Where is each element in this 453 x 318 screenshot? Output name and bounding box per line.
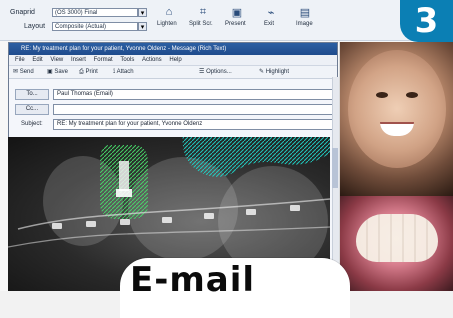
menu-format[interactable]: Format (94, 55, 113, 65)
highlight-button[interactable]: ✎ Highlight (259, 67, 314, 77)
subject-field[interactable]: RE: My treatment plan for your patient, … (53, 119, 338, 130)
email-toolbar: ✉ Send ▣ Save ⎙ Print ⟟ Attach ☰ Options… (9, 66, 337, 79)
toolbar-button-lighten[interactable]: ⌂ Lighten (152, 6, 186, 36)
options-button[interactable]: ☰ Options... (199, 67, 249, 77)
lighten-icon: ⌂ (165, 6, 173, 18)
cc-button[interactable]: Cc... (15, 104, 49, 115)
send-label: Send (19, 69, 34, 75)
to-row: To... Paul Thomas (Email) (15, 89, 338, 101)
save-label: Save (54, 69, 69, 75)
highlight-icon: ✎ (259, 69, 265, 75)
present-icon: ▣ (231, 6, 243, 19)
menu-actions[interactable]: Actions (142, 55, 162, 65)
to-button[interactable]: To... (15, 89, 49, 100)
save-icon: ▣ (47, 69, 53, 75)
menu-edit[interactable]: Edit (32, 55, 42, 65)
bracket (246, 209, 256, 215)
bracket (162, 217, 172, 223)
bracket (290, 205, 300, 211)
options-label: Options... (206, 69, 232, 75)
bracket (204, 213, 214, 219)
email-sticker-text: E-mail (130, 260, 256, 300)
save-button[interactable]: ▣ Save (47, 67, 69, 77)
split-screen-icon: ⌗ (199, 5, 207, 18)
face-smile (380, 122, 414, 136)
print-icon: ⎙ (79, 69, 84, 75)
image-label: Image (296, 21, 313, 27)
toolbar-row-1: Gnaprid (OS 3000) Final ▾ (10, 8, 150, 20)
patient-face-photo (339, 42, 453, 196)
toolbar-button-image[interactable]: ▤ Image (288, 6, 322, 36)
subject-label: Subject: (21, 121, 43, 127)
implant-abutment (116, 189, 132, 197)
toolbar-row1-label: Gnaprid (10, 9, 35, 16)
split-screen-label: Split Scr. (189, 21, 213, 27)
email-menu-bar: File Edit View Insert Format Tools Actio… (9, 55, 337, 66)
bracket (52, 223, 62, 229)
chevron-down-icon[interactable]: ▾ (138, 22, 147, 31)
right-eye (406, 92, 418, 98)
options-icon: ☰ (199, 69, 205, 75)
to-field[interactable]: Paul Thomas (Email) (53, 89, 338, 100)
face-eyes (376, 92, 418, 102)
subject-row: Subject: RE: My treatment plan for your … (15, 119, 338, 131)
intraoral-photo (339, 196, 453, 291)
present-label: Present (225, 21, 246, 27)
chevron-down-icon[interactable]: ▾ (138, 8, 147, 17)
print-button[interactable]: ⎙ Print (79, 67, 101, 77)
imaging-toolbar: Gnaprid (OS 3000) Final ▾ Layout Composi… (0, 0, 453, 41)
left-eye (376, 92, 388, 98)
send-button[interactable]: ✉ Send (13, 67, 37, 77)
email-window-title: RE: My treatment plan for your patient, … (9, 43, 337, 55)
bracket (120, 219, 130, 225)
toolbar-button-split-screen[interactable]: ⌗ Split Scr. (186, 6, 220, 36)
exit-label: Exit (264, 21, 275, 27)
cc-field[interactable] (53, 104, 338, 115)
cc-row: Cc... (15, 104, 338, 116)
email-scroll-thumb[interactable] (332, 148, 338, 188)
attach-label: Attach (116, 69, 134, 75)
bracket (86, 221, 96, 227)
toolbar-button-exit[interactable]: ⌁ Exit (254, 6, 288, 36)
menu-insert[interactable]: Insert (71, 55, 86, 65)
menu-tools[interactable]: Tools (120, 55, 134, 65)
paperclip-icon: ⟟ (113, 69, 116, 75)
print-label: Print (85, 69, 98, 75)
exit-icon: ⌁ (267, 6, 275, 19)
implant-body (119, 161, 129, 191)
image-icon: ▤ (299, 6, 311, 19)
attach-button[interactable]: ⟟ Attach (113, 67, 141, 77)
step-number-badge: 3 (400, 0, 453, 42)
toolbar-row2-select[interactable]: Composite (Actual) (52, 22, 138, 31)
toolbar-row1-select[interactable]: (OS 3000) Final (52, 8, 138, 17)
lighten-label: Lighten (157, 21, 177, 27)
toolbar-row2-label: Layout (24, 23, 46, 30)
toolbar-icon-group: ⌂ Lighten ⌗ Split Scr. ▣ Present ⌁ Exit … (152, 6, 332, 36)
highlight-label: Highlight (265, 69, 290, 75)
toolbar-row-2: Layout Composite (Actual) ▾ (10, 22, 150, 34)
send-icon: ✉ (13, 69, 19, 75)
menu-file[interactable]: File (15, 55, 25, 65)
menu-view[interactable]: View (50, 55, 63, 65)
toolbar-button-present[interactable]: ▣ Present (220, 6, 254, 36)
menu-help[interactable]: Help (169, 55, 181, 65)
